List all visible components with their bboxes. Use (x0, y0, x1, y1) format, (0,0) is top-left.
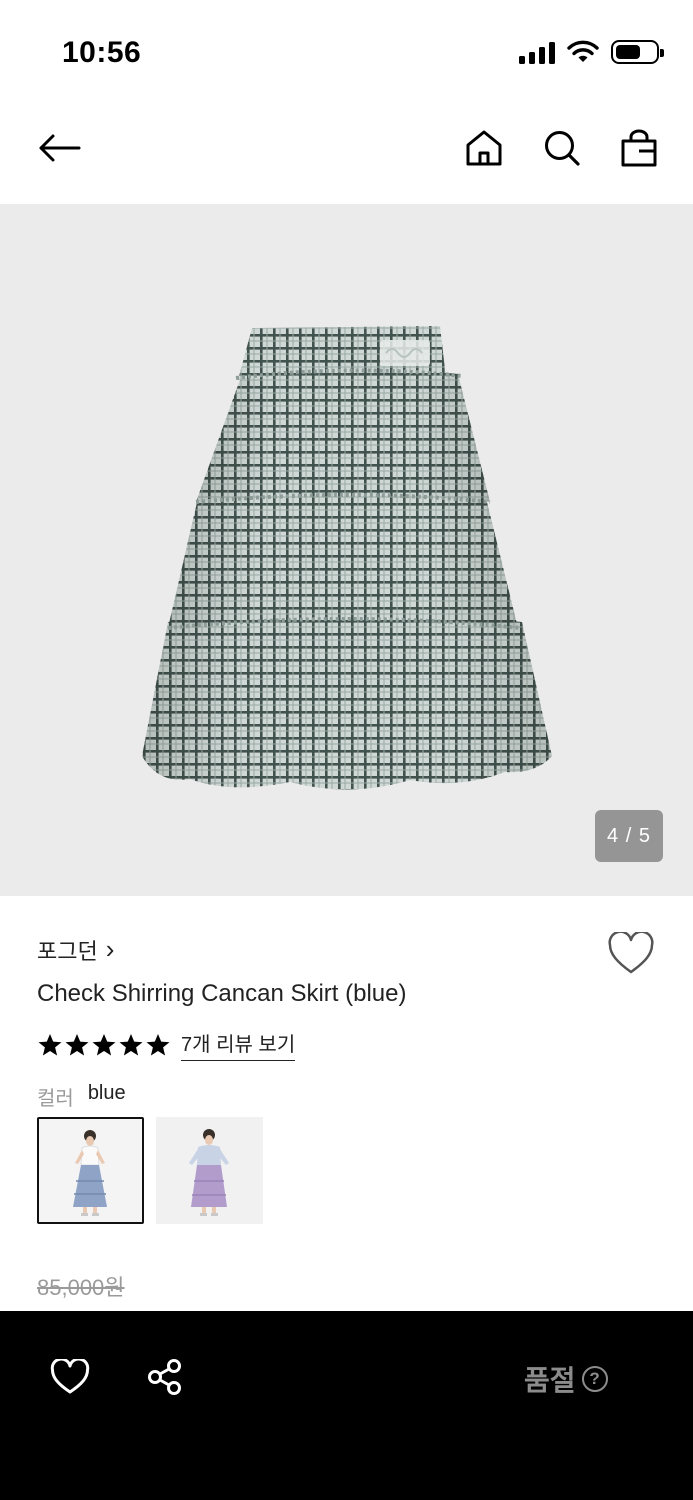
search-icon (545, 131, 580, 166)
heart-outline-icon (50, 1359, 90, 1394)
signal-icon (519, 40, 555, 64)
share-button[interactable] (140, 1355, 190, 1399)
star-rating (37, 1033, 171, 1057)
model-wearing-blue-skirt-thumbnail (39, 1119, 142, 1222)
share-icon (148, 1359, 181, 1395)
cart-button[interactable] (615, 124, 663, 172)
top-nav-bar (0, 100, 693, 204)
battery-icon (611, 40, 664, 64)
color-swatches (37, 1117, 263, 1224)
chevron-right-icon: › (105, 933, 115, 964)
status-icons (519, 40, 664, 64)
product-name: Check Shirring Cancan Skirt (blue) (37, 980, 407, 1007)
bottom-action-bar: 품절 ? (0, 1311, 693, 1500)
rating-row: 7개 리뷰 보기 (37, 1028, 296, 1061)
star-icon (38, 1033, 62, 1055)
heart-outline-icon (608, 930, 654, 974)
star-icon (146, 1033, 170, 1055)
review-link[interactable]: 7개 리뷰 보기 (181, 1028, 296, 1061)
status-time: 10:56 (62, 36, 142, 69)
color-label: 컬러 (37, 1088, 74, 1110)
product-image-gallery[interactable]: 4 / 5 (0, 204, 693, 896)
star-icon (65, 1033, 89, 1055)
color-swatch-lavender[interactable] (156, 1117, 263, 1224)
brand-name: 포그던 (37, 939, 98, 964)
search-button[interactable] (538, 124, 586, 172)
wifi-icon (567, 40, 599, 62)
help-circle-icon[interactable]: ? (581, 1366, 608, 1392)
brand-link[interactable]: 포그던 › (37, 934, 114, 966)
color-row: 컬러 blue (37, 1082, 126, 1111)
wishlist-button[interactable] (607, 930, 655, 980)
plaid-tiered-skirt-photo (142, 326, 552, 790)
sold-out-indicator: 품절 ? (524, 1359, 608, 1399)
original-price: 85,000원 (37, 1275, 125, 1300)
shopping-bag-icon (621, 129, 657, 167)
color-swatch-blue[interactable] (37, 1117, 144, 1224)
product-info: 포그던 › Check Shirring Cancan Skirt (blue)… (0, 896, 693, 1311)
model-wearing-lavender-skirt-thumbnail (156, 1117, 263, 1224)
back-button[interactable] (35, 124, 83, 172)
home-icon (466, 130, 502, 166)
image-page-counter: 4 / 5 (595, 810, 663, 862)
bottom-wishlist-button[interactable] (45, 1355, 95, 1399)
home-button[interactable] (460, 124, 508, 172)
star-icon (92, 1033, 116, 1055)
back-arrow-icon (39, 134, 81, 162)
status-bar: 10:56 (0, 0, 693, 100)
star-icon (119, 1033, 143, 1055)
sold-out-label: 품절 (524, 1365, 576, 1396)
color-value: blue (87, 1082, 126, 1104)
